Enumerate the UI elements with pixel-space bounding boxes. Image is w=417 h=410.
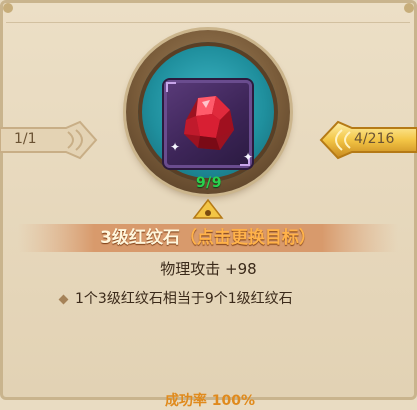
up-arrow-icon [192,198,224,219]
item-name: 3级红纹石 [100,228,180,248]
stat-text: 物理攻击 +98 [160,260,257,278]
red-gem-icon [184,96,234,150]
item-name-line: 3级红纹石（点击更换目标） [18,222,398,254]
previous-target-banner[interactable]: 1/1 [0,120,100,160]
banner-left-count: 1/1 [14,131,37,147]
success-rate: 成功率 100% [164,393,256,409]
corner-ornament [3,3,13,13]
slot-corner [166,82,176,92]
sparkle: ✦ [170,140,181,154]
next-target-banner[interactable]: 4/216 [318,120,417,160]
divider [6,22,410,23]
gem-count: 9/9 [195,175,223,191]
change-target-link[interactable]: （点击更换目标） [180,228,316,248]
bullet-icon [58,294,69,304]
banner-right-count: 4/216 [354,131,395,147]
sparkle: ✦ [243,150,254,164]
corner-ornament [404,3,414,13]
conversion-note: 1个3级红纹石相当于9个1级红纹石 [58,288,380,308]
item-name-bar: 3级红纹石（点击更换目标） [18,222,398,254]
conversion-text: 1个3级红纹石相当于9个1级红纹石 [75,291,293,307]
